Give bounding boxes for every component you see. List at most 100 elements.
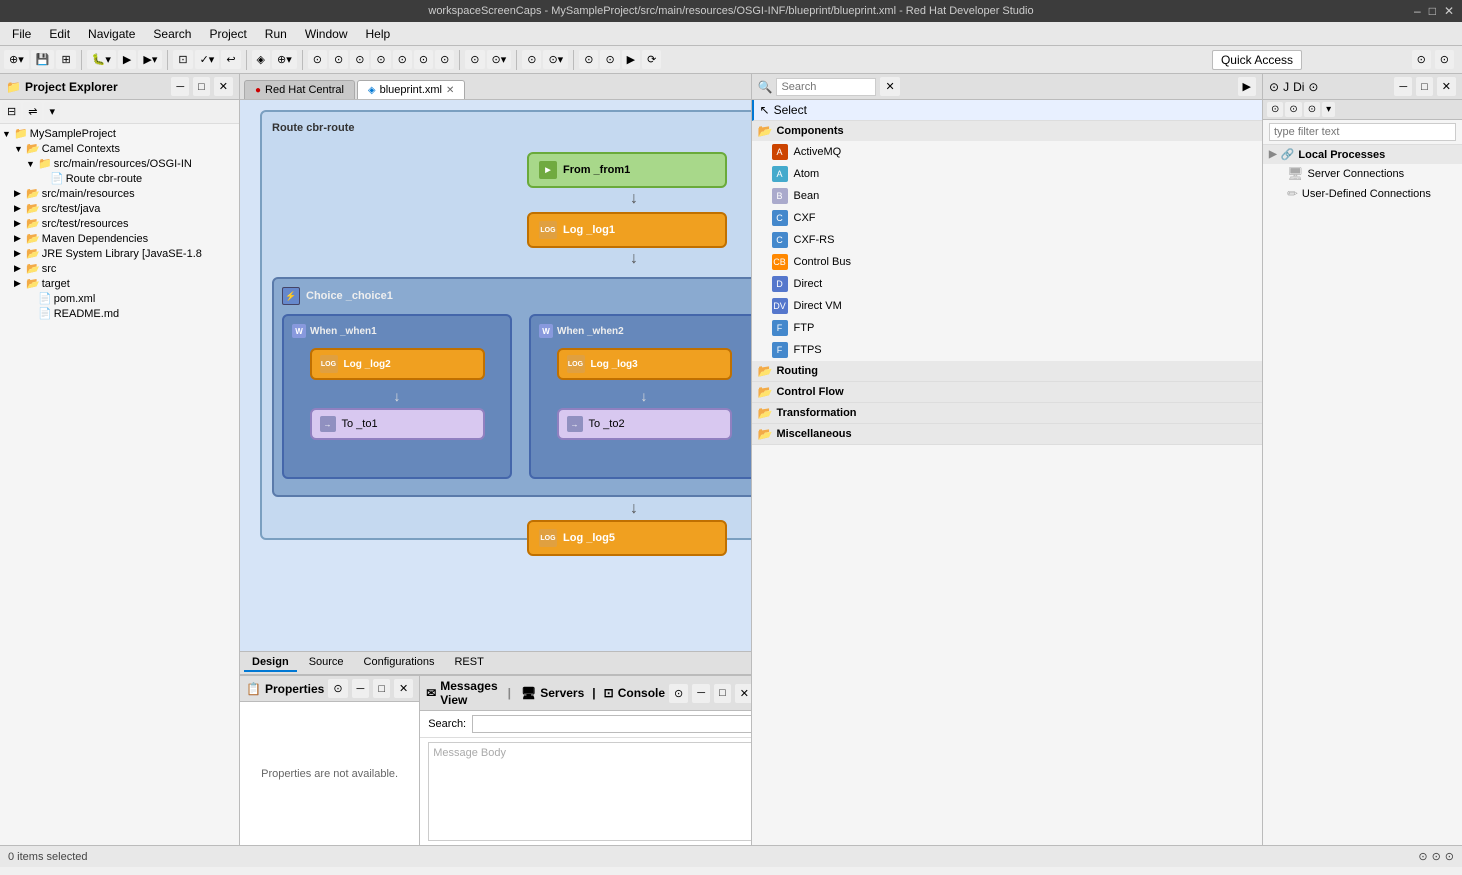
console-label[interactable]: Console: [618, 686, 665, 700]
comp-cxf[interactable]: C CXF: [752, 207, 1263, 229]
conn-btn4[interactable]: ▾: [1322, 102, 1335, 117]
prop-btn1[interactable]: ⊙: [328, 679, 347, 698]
msg-body-field[interactable]: Message Body: [428, 742, 750, 841]
comp-activemq[interactable]: A ActiveMQ: [752, 141, 1263, 163]
btab-rest[interactable]: REST: [446, 654, 491, 672]
toolbar-debug[interactable]: 🐛▾: [87, 50, 116, 69]
select-row[interactable]: ↖ Select: [752, 100, 1263, 121]
menu-project[interactable]: Project: [201, 25, 254, 43]
toolbar-btn17[interactable]: ⊙: [522, 50, 541, 69]
pe-collapse-all[interactable]: ⊟: [2, 102, 21, 121]
servers-label[interactable]: Servers: [540, 686, 584, 700]
comp-ftp[interactable]: F FTP: [752, 317, 1263, 339]
msg-minimize[interactable]: ─: [692, 684, 710, 703]
msg-maximize[interactable]: □: [714, 684, 731, 703]
palette-close[interactable]: ✕: [1437, 77, 1456, 96]
node-log1[interactable]: LOG Log _log1: [527, 212, 727, 248]
tree-target[interactable]: ▶ 📂 target: [2, 276, 237, 291]
toolbar-btn16[interactable]: ⊙▾: [487, 50, 512, 69]
user-defined-item[interactable]: ✏ User-Defined Connections: [1263, 184, 1462, 204]
prop-minimize[interactable]: ─: [352, 679, 370, 698]
close-button[interactable]: ✕: [1444, 4, 1454, 18]
toolbar-save[interactable]: 💾: [31, 50, 55, 69]
toolbar-btn20[interactable]: ⊙: [600, 50, 619, 69]
pe-maximize[interactable]: □: [193, 77, 210, 96]
palette-filter-input[interactable]: [1269, 123, 1456, 141]
palette-minimize[interactable]: ─: [1394, 77, 1412, 96]
comp-atom[interactable]: A Atom: [752, 163, 1263, 185]
maximize-button[interactable]: □: [1429, 4, 1436, 18]
tree-mysampleproject[interactable]: ▼ 📁 MySampleProject: [2, 126, 237, 141]
btab-configurations[interactable]: Configurations: [356, 654, 443, 672]
local-processes-header[interactable]: ▶ 🔗 Local Processes: [1263, 145, 1462, 164]
menu-navigate[interactable]: Navigate: [80, 25, 143, 43]
tree-maven-deps[interactable]: ▶ 📂 Maven Dependencies: [2, 231, 237, 246]
menu-help[interactable]: Help: [358, 25, 399, 43]
node-log5[interactable]: LOG Log _log5: [527, 520, 727, 556]
tree-jre[interactable]: ▶ 📂 JRE System Library [JavaSE-1.8: [2, 246, 237, 261]
prop-maximize[interactable]: □: [373, 679, 390, 698]
misc-header[interactable]: 📂 Miscellaneous: [752, 424, 1263, 444]
menu-window[interactable]: Window: [297, 25, 356, 43]
toolbar-perspective-btn1[interactable]: ⊙: [1412, 50, 1431, 69]
toolbar-perspective-btn2[interactable]: ⊙: [1435, 50, 1454, 69]
canvas-area[interactable]: Route cbr-route ▶ From _from1 ↓ LOG Log …: [240, 100, 751, 651]
tab-redhat-central[interactable]: ● Red Hat Central: [244, 80, 355, 99]
toolbar-btn12[interactable]: ⊙: [393, 50, 412, 69]
tree-camel-contexts[interactable]: ▼ 📂 Camel Contexts: [2, 141, 237, 156]
toolbar-btn9[interactable]: ⊙: [329, 50, 348, 69]
toolbar-btn11[interactable]: ⊙: [371, 50, 390, 69]
toolbar-btn3[interactable]: ⊡: [173, 50, 192, 69]
tab-blueprint-xml[interactable]: ◈ blueprint.xml ✕: [357, 80, 465, 99]
node-to1[interactable]: → To _to1: [310, 408, 485, 440]
btab-design[interactable]: Design: [244, 654, 297, 672]
toolbar-btn7[interactable]: ⊕▾: [272, 50, 297, 69]
transformation-header[interactable]: 📂 Transformation: [752, 403, 1263, 423]
tree-src-main[interactable]: ▼ 📁 src/main/resources/OSGI-IN: [2, 156, 237, 171]
comp-ftps[interactable]: F FTPS: [752, 339, 1263, 361]
toolbar-btn19[interactable]: ⊙: [579, 50, 598, 69]
toolbar-run[interactable]: ▶: [118, 50, 136, 69]
palette-maximize[interactable]: □: [1416, 77, 1433, 96]
tree-route[interactable]: 📄 Route cbr-route: [2, 171, 237, 186]
node-log2[interactable]: LOG Log _log2: [310, 348, 485, 380]
toolbar-btn18[interactable]: ⊙▾: [543, 50, 568, 69]
node-log3[interactable]: LOG Log _log3: [557, 348, 732, 380]
toolbar-btn4[interactable]: ✓▾: [195, 50, 220, 69]
menu-search[interactable]: Search: [145, 25, 199, 43]
controlflow-header[interactable]: 📂 Control Flow: [752, 382, 1263, 402]
comp-clear-btn[interactable]: ✕: [880, 77, 899, 96]
prop-close[interactable]: ✕: [394, 679, 413, 698]
msg-search-input[interactable]: [472, 715, 750, 733]
menu-run[interactable]: Run: [257, 25, 295, 43]
tree-src-main-res[interactable]: ▶ 📂 src/main/resources: [2, 186, 237, 201]
menu-file[interactable]: File: [4, 25, 39, 43]
tab-blueprint-close[interactable]: ✕: [446, 85, 454, 96]
toolbar-btn21[interactable]: ▶: [622, 50, 640, 69]
pe-close[interactable]: ✕: [214, 77, 233, 96]
comp-directvm[interactable]: DV Direct VM: [752, 295, 1263, 317]
menu-edit[interactable]: Edit: [41, 25, 78, 43]
conn-btn1[interactable]: ⊙: [1267, 102, 1283, 117]
pe-minimize[interactable]: ─: [171, 77, 189, 96]
server-connections-item[interactable]: 🖥 Server Connections: [1263, 164, 1462, 184]
routing-header[interactable]: 📂 Routing: [752, 361, 1263, 381]
comp-controlbus[interactable]: CB Control Bus: [752, 251, 1263, 273]
toolbar-btn13[interactable]: ⊙: [414, 50, 433, 69]
comp-direct[interactable]: D Direct: [752, 273, 1263, 295]
msg-btn1[interactable]: ⊙: [669, 684, 688, 703]
toolbar-btn5[interactable]: ↩: [221, 50, 240, 69]
toolbar-save-all[interactable]: ⊞: [56, 50, 75, 69]
toolbar-btn22[interactable]: ⟳: [642, 50, 661, 69]
tree-src[interactable]: ▶ 📂 src: [2, 261, 237, 276]
tree-src-test-java[interactable]: ▶ 📂 src/test/java: [2, 201, 237, 216]
toolbar-btn14[interactable]: ⊙: [435, 50, 454, 69]
quick-access-box[interactable]: Quick Access: [1212, 50, 1302, 70]
comp-bean[interactable]: B Bean: [752, 185, 1263, 207]
conn-btn3[interactable]: ⊙: [1304, 102, 1320, 117]
components-section-header[interactable]: 📂 Components: [752, 121, 1263, 141]
toolbar-btn10[interactable]: ⊙: [350, 50, 369, 69]
toolbar-btn15[interactable]: ⊙: [465, 50, 484, 69]
pe-menu[interactable]: ▾: [44, 102, 60, 121]
tree-src-test-res[interactable]: ▶ 📂 src/test/resources: [2, 216, 237, 231]
